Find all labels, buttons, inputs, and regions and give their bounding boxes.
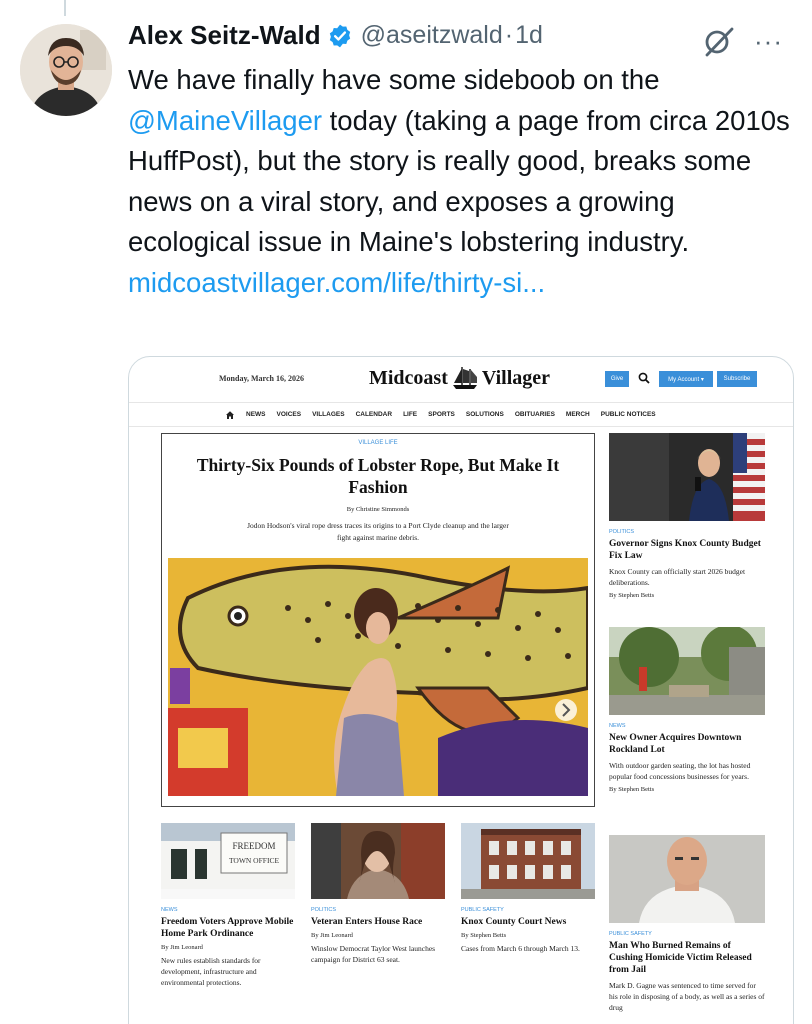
bottom-story-3-dek: Cases from March 6 through March 13. [461, 944, 580, 953]
bottom-story-2-dek: Winslow Democrat Taylor West launches ca… [311, 944, 436, 964]
side-story-3-headline[interactable]: Man Who Burned Remains of Cushing Homici… [609, 940, 765, 976]
side-story-3[interactable]: PUBLIC SAFETY Man Who Burned Remains of … [609, 835, 765, 1013]
bottom-story-1-byline: By Jim Leonard [161, 944, 203, 951]
side-story-3-image[interactable] [609, 835, 765, 923]
bottom-story-2-category[interactable]: POLITICS [311, 907, 445, 913]
more-options-icon[interactable]: ··· [754, 26, 783, 57]
nav-sports[interactable]: SPORTS [428, 411, 455, 418]
side-story-3-category[interactable]: PUBLIC SAFETY [609, 931, 765, 937]
side-story-2[interactable]: NEWS New Owner Acquires Downtown Rocklan… [609, 627, 765, 793]
side-story-1-category[interactable]: POLITICS [609, 529, 765, 535]
nav-voices[interactable]: VOICES [277, 411, 302, 418]
verified-badge-icon [329, 24, 350, 47]
bottom-story-3-image[interactable] [461, 823, 595, 899]
bottom-story-3-category[interactable]: PUBLIC SAFETY [461, 907, 595, 913]
author-name[interactable]: Alex Seitz-Wald [128, 20, 321, 51]
tweet-timestamp[interactable]: 1d [515, 21, 543, 50]
bottom-story-2[interactable]: POLITICS Veteran Enters House Race By Ji… [311, 823, 445, 965]
search-icon[interactable] [637, 371, 651, 385]
home-icon[interactable] [225, 410, 235, 420]
tweet-text: We have finally have some sideboob on th… [128, 60, 796, 303]
logo-text-left: Midcoast [369, 366, 448, 389]
side-story-2-byline: By Stephen Betts [609, 786, 655, 793]
site-logo[interactable]: Midcoast Villager [369, 365, 550, 391]
author-avatar[interactable] [20, 24, 112, 116]
bottom-story-3-headline[interactable]: Knox County Court News [461, 916, 595, 928]
side-story-2-category[interactable]: NEWS [609, 723, 765, 729]
bottom-story-2-image[interactable] [311, 823, 445, 899]
nav-life[interactable]: LIFE [403, 411, 417, 418]
nav-solutions[interactable]: SOLUTIONS [466, 411, 504, 418]
nav-obituaries[interactable]: OBITUARIES [515, 411, 555, 418]
bottom-story-2-headline[interactable]: Veteran Enters House Race [311, 916, 445, 928]
bottom-story-1-dek: New rules establish standards for develo… [161, 956, 261, 987]
hero-story[interactable]: VILLAGE LIFE Thirty-Six Pounds of Lobste… [161, 433, 595, 807]
side-story-1[interactable]: POLITICS Governor Signs Knox County Budg… [609, 433, 765, 599]
sign-line-2: TOWN OFFICE [229, 856, 279, 865]
side-story-2-headline[interactable]: New Owner Acquires Downtown Rockland Lot [609, 732, 765, 756]
side-story-1-byline: By Stephen Betts [609, 592, 655, 599]
tweet-header: Alex Seitz-Wald @aseitzwald · 1d [128, 20, 543, 51]
sign-line-1: FREEDOM [232, 841, 275, 851]
thread-line [64, 0, 66, 16]
nav-news[interactable]: NEWS [246, 411, 266, 418]
hero-category[interactable]: VILLAGE LIFE [162, 440, 594, 446]
bottom-story-1-category[interactable]: NEWS [161, 907, 295, 913]
tweet-text-part-1: We have finally have some sideboob on th… [128, 64, 660, 95]
bottom-story-3[interactable]: PUBLIC SAFETY Knox County Court News By … [461, 823, 595, 954]
nav-villages[interactable]: VILLAGES [312, 411, 345, 418]
side-story-2-image[interactable] [609, 627, 765, 715]
site-date: Monday, March 16, 2026 [219, 374, 304, 383]
bottom-story-1-headline[interactable]: Freedom Voters Approve Mobile Home Park … [161, 916, 295, 940]
embedded-screenshot-card[interactable]: Monday, March 16, 2026 Midcoast Villager… [128, 356, 794, 1024]
dot-separator: · [504, 21, 514, 49]
give-button[interactable]: Give [605, 371, 629, 387]
bottom-story-3-byline: By Stephen Betts [461, 932, 507, 939]
subscribe-button[interactable]: Subscribe [717, 371, 757, 387]
nav-public-notices[interactable]: PUBLIC NOTICES [601, 411, 656, 418]
side-story-2-dek: With outdoor garden seating, the lot has… [609, 761, 751, 781]
logo-text-right: Villager [481, 366, 551, 389]
hero-image[interactable] [168, 558, 588, 796]
bottom-story-1-image[interactable]: FREEDOM TOWN OFFICE [161, 823, 295, 899]
schooner-logo-icon [452, 367, 477, 389]
side-story-1-dek: Knox County can officially start 2026 bu… [609, 567, 746, 587]
author-handle[interactable]: @aseitzwald [361, 21, 503, 50]
site-header: Monday, March 16, 2026 Midcoast Villager… [129, 357, 793, 403]
hero-headline[interactable]: Thirty-Six Pounds of Lobster Rope, But M… [182, 454, 574, 498]
grok-icon[interactable] [702, 24, 736, 58]
side-story-1-image[interactable] [609, 433, 765, 521]
hero-dek: Jodon Hodson's viral rope dress traces i… [247, 521, 509, 542]
my-account-button[interactable]: My Account ▾ [659, 371, 713, 387]
bottom-story-1[interactable]: FREEDOM TOWN OFFICE NEWS Freedom Voters … [161, 823, 295, 988]
nav-merch[interactable]: MERCH [566, 411, 590, 418]
nav-calendar[interactable]: CALENDAR [356, 411, 392, 418]
hero-byline: By Christine Simmonds [346, 506, 410, 513]
bottom-story-2-byline: By Jim Leonard [311, 932, 353, 939]
article-link[interactable]: midcoastvillager.com/life/thirty-si... [128, 267, 545, 298]
side-story-1-headline[interactable]: Governor Signs Knox County Budget Fix La… [609, 538, 765, 562]
mention-link[interactable]: @MaineVillager [128, 105, 322, 136]
side-story-3-dek: Mark D. Gagne was sentenced to time serv… [609, 981, 765, 1012]
site-nav: NEWS VOICES VILLAGES CALENDAR LIFE SPORT… [129, 403, 793, 427]
